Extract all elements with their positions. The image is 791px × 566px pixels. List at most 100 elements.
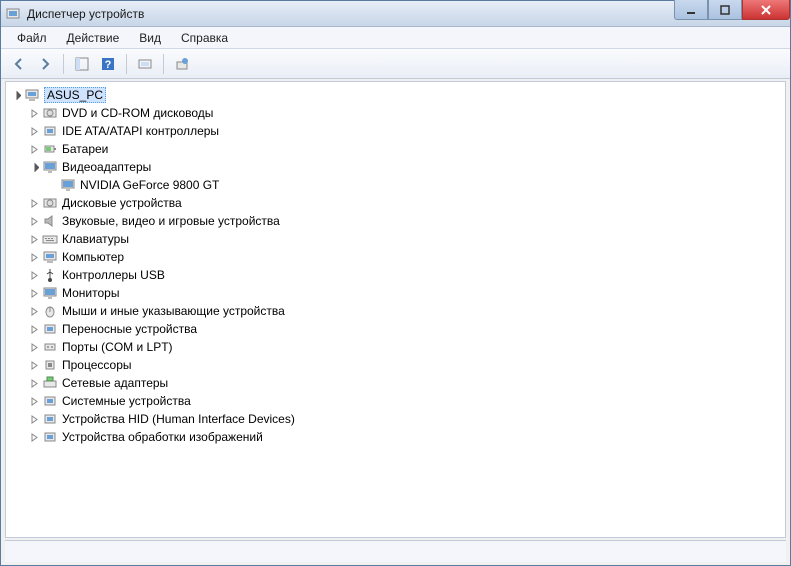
tree-node-label[interactable]: Устройства HID (Human Interface Devices): [62, 412, 295, 426]
show-hide-tree-button[interactable]: [70, 52, 94, 76]
port-icon: [42, 339, 58, 355]
tree-node[interactable]: Мониторы: [26, 284, 783, 302]
tree-node[interactable]: Мыши и иные указывающие устройства: [26, 302, 783, 320]
mouse-icon: [42, 303, 58, 319]
device-tree-panel[interactable]: ASUS_PC DVD и CD-ROM дисководы IDE ATA/ATA…: [5, 81, 786, 538]
sound-icon: [42, 213, 58, 229]
collapse-icon[interactable]: [28, 161, 40, 173]
tree-node[interactable]: IDE ATA/ATAPI контроллеры: [26, 122, 783, 140]
keyboard-icon: [42, 231, 58, 247]
display-adapter-icon: [60, 177, 76, 193]
tree-node[interactable]: ASUS_PC: [8, 86, 783, 104]
expand-icon[interactable]: [28, 413, 40, 425]
display-adapter-icon: [42, 159, 58, 175]
tree-node-label[interactable]: Мониторы: [62, 286, 119, 300]
tree-node-label[interactable]: Клавиатуры: [62, 232, 129, 246]
expand-icon[interactable]: [28, 341, 40, 353]
tree-node-label[interactable]: Контроллеры USB: [62, 268, 165, 282]
tree-node[interactable]: Батареи: [26, 140, 783, 158]
expand-icon[interactable]: [28, 287, 40, 299]
tree-node[interactable]: Компьютер: [26, 248, 783, 266]
window-title: Диспетчер устройств: [27, 7, 786, 21]
tree-node-label[interactable]: Батареи: [62, 142, 108, 156]
tree-node-label[interactable]: Переносные устройства: [62, 322, 197, 336]
collapse-icon[interactable]: [10, 89, 22, 101]
hid-icon: [42, 411, 58, 427]
network-icon: [42, 375, 58, 391]
cpu-icon: [42, 357, 58, 373]
menu-file[interactable]: Файл: [7, 29, 57, 47]
expand-icon[interactable]: [28, 143, 40, 155]
tree-node[interactable]: Звуковые, видео и игровые устройства: [26, 212, 783, 230]
tree-node[interactable]: Дисковые устройства: [26, 194, 783, 212]
expand-icon[interactable]: [28, 305, 40, 317]
tree-node-label[interactable]: Порты (COM и LPT): [62, 340, 173, 354]
back-button[interactable]: [7, 52, 31, 76]
expand-icon[interactable]: [28, 323, 40, 335]
toolbar-separator: [63, 54, 64, 74]
computer-icon: [24, 87, 40, 103]
tree-node[interactable]: DVD и CD-ROM дисководы: [26, 104, 783, 122]
tree-node-label[interactable]: ASUS_PC: [44, 87, 106, 103]
tree-node[interactable]: Видеоадаптеры: [26, 158, 783, 176]
tree-node[interactable]: NVIDIA GeForce 9800 GT: [44, 176, 783, 194]
menu-help[interactable]: Справка: [171, 29, 238, 47]
menu-action[interactable]: Действие: [57, 29, 130, 47]
tree-node-label[interactable]: Процессоры: [62, 358, 132, 372]
tree-node[interactable]: Переносные устройства: [26, 320, 783, 338]
expand-icon[interactable]: [28, 395, 40, 407]
tree-node[interactable]: Устройства HID (Human Interface Devices): [26, 410, 783, 428]
tree-node-label[interactable]: DVD и CD-ROM дисководы: [62, 106, 213, 120]
update-driver-button[interactable]: [170, 52, 194, 76]
expand-icon[interactable]: [28, 359, 40, 371]
toolbar: ?: [1, 49, 790, 79]
tree-node[interactable]: Порты (COM и LPT): [26, 338, 783, 356]
statusbar: [5, 540, 786, 562]
forward-button[interactable]: [33, 52, 57, 76]
tree-node-label[interactable]: Дисковые устройства: [62, 196, 182, 210]
expand-icon[interactable]: [28, 197, 40, 209]
svg-text:?: ?: [105, 59, 112, 71]
tree-node-label[interactable]: Устройства обработки изображений: [62, 430, 263, 444]
tree-node[interactable]: Устройства обработки изображений: [26, 428, 783, 446]
help-button[interactable]: ?: [96, 52, 120, 76]
expand-icon[interactable]: [28, 233, 40, 245]
expand-icon[interactable]: [28, 377, 40, 389]
tree-node[interactable]: Системные устройства: [26, 392, 783, 410]
device-manager-window: Диспетчер устройств Файл Действие Вид Сп…: [0, 0, 791, 566]
tree-node[interactable]: Процессоры: [26, 356, 783, 374]
titlebar: Диспетчер устройств: [1, 1, 790, 27]
maximize-button[interactable]: [708, 0, 742, 20]
toolbar-separator: [163, 54, 164, 74]
imaging-icon: [42, 429, 58, 445]
toolbar-separator: [126, 54, 127, 74]
scan-hardware-button[interactable]: [133, 52, 157, 76]
expander-none: [46, 179, 58, 191]
tree-node-label[interactable]: Компьютер: [62, 250, 124, 264]
monitor-icon: [42, 285, 58, 301]
app-icon: [5, 6, 21, 22]
expand-icon[interactable]: [28, 269, 40, 281]
expand-icon[interactable]: [28, 215, 40, 227]
disc-drive-icon: [42, 105, 58, 121]
tree-node-label[interactable]: Звуковые, видео и игровые устройства: [62, 214, 280, 228]
expand-icon[interactable]: [28, 251, 40, 263]
tree-node-label[interactable]: Сетевые адаптеры: [62, 376, 168, 390]
tree-node-label[interactable]: NVIDIA GeForce 9800 GT: [80, 178, 219, 192]
tree-node-label[interactable]: Мыши и иные указывающие устройства: [62, 304, 285, 318]
menubar: Файл Действие Вид Справка: [1, 27, 790, 49]
tree-node-label[interactable]: Системные устройства: [62, 394, 191, 408]
minimize-button[interactable]: [674, 0, 708, 20]
system-icon: [42, 393, 58, 409]
tree-node-label[interactable]: Видеоадаптеры: [62, 160, 151, 174]
tree-node[interactable]: Контроллеры USB: [26, 266, 783, 284]
close-button[interactable]: [742, 0, 790, 20]
expand-icon[interactable]: [28, 125, 40, 137]
tree-node[interactable]: Сетевые адаптеры: [26, 374, 783, 392]
tree-node[interactable]: Клавиатуры: [26, 230, 783, 248]
expand-icon[interactable]: [28, 431, 40, 443]
window-controls: [674, 0, 790, 20]
menu-view[interactable]: Вид: [129, 29, 171, 47]
tree-node-label[interactable]: IDE ATA/ATAPI контроллеры: [62, 124, 219, 138]
expand-icon[interactable]: [28, 107, 40, 119]
